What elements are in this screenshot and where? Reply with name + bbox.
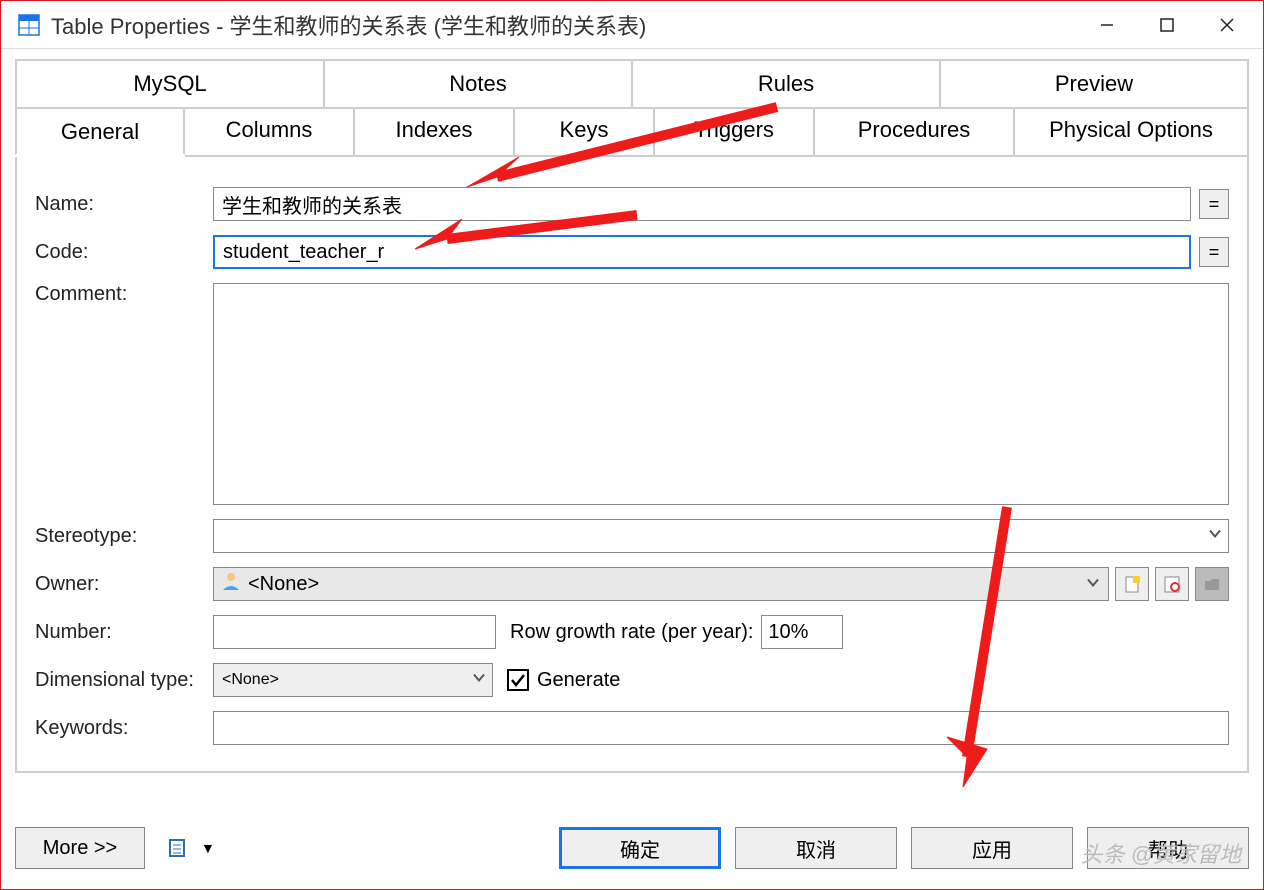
- ok-button[interactable]: 确定: [559, 827, 721, 869]
- maximize-button[interactable]: [1137, 1, 1197, 49]
- code-input[interactable]: [213, 235, 1191, 269]
- dimensional-type-combo[interactable]: <None>: [213, 663, 493, 697]
- help-button[interactable]: 帮助: [1087, 827, 1249, 869]
- owner-new-button[interactable]: [1115, 567, 1149, 601]
- tab-general[interactable]: General: [15, 107, 185, 155]
- tab-physical-options[interactable]: Physical Options: [1015, 109, 1249, 157]
- general-panel: Name: = Code: = Comment: Stereotype: Own…: [15, 157, 1249, 773]
- keywords-label: Keywords:: [35, 717, 213, 740]
- stereotype-label: Stereotype:: [35, 525, 213, 548]
- code-label: Code:: [35, 241, 213, 264]
- tab-indexes[interactable]: Indexes: [355, 109, 515, 157]
- title-bar: Table Properties - 学生和教师的关系表 (学生和教师的关系表): [1, 1, 1263, 49]
- owner-folder-button: [1195, 567, 1229, 601]
- tab-triggers[interactable]: Triggers: [655, 109, 815, 157]
- generate-checkbox[interactable]: [507, 669, 529, 691]
- row-growth-label: Row growth rate (per year):: [510, 621, 753, 644]
- name-sync-button[interactable]: =: [1199, 189, 1229, 219]
- chevron-down-icon: [1208, 527, 1222, 546]
- tab-mysql[interactable]: MySQL: [15, 59, 325, 109]
- owner-value: <None>: [248, 573, 319, 596]
- minimize-button[interactable]: [1077, 1, 1137, 49]
- keywords-input[interactable]: [213, 711, 1229, 745]
- owner-browse-button[interactable]: [1155, 567, 1189, 601]
- tab-notes[interactable]: Notes: [325, 59, 633, 109]
- chevron-down-icon: [1086, 573, 1100, 596]
- tab-columns[interactable]: Columns: [185, 109, 355, 157]
- tabs-lower: General Columns Indexes Keys Triggers Pr…: [15, 109, 1249, 157]
- app-icon: [17, 13, 41, 37]
- dimensional-type-label: Dimensional type:: [35, 669, 213, 692]
- tabs-upper: MySQL Notes Rules Preview: [15, 59, 1249, 109]
- chevron-down-icon: [472, 671, 486, 690]
- apply-button[interactable]: 应用: [911, 827, 1073, 869]
- number-label: Number:: [35, 621, 213, 644]
- stereotype-combo[interactable]: [213, 519, 1229, 553]
- number-input[interactable]: [213, 615, 496, 649]
- owner-combo[interactable]: <None>: [213, 567, 1109, 601]
- close-button[interactable]: [1197, 1, 1257, 49]
- toolbar-menu-button[interactable]: [161, 831, 195, 865]
- code-sync-button[interactable]: =: [1199, 237, 1229, 267]
- cancel-button[interactable]: 取消: [735, 827, 897, 869]
- comment-label: Comment:: [35, 283, 213, 306]
- caret-down-icon[interactable]: ▼: [201, 840, 215, 856]
- owner-label: Owner:: [35, 573, 213, 596]
- name-label: Name:: [35, 193, 213, 216]
- tab-keys[interactable]: Keys: [515, 109, 655, 157]
- name-input[interactable]: [213, 187, 1191, 221]
- user-icon: [220, 570, 242, 598]
- comment-textarea[interactable]: [213, 283, 1229, 505]
- tab-rules[interactable]: Rules: [633, 59, 941, 109]
- tab-procedures[interactable]: Procedures: [815, 109, 1015, 157]
- row-growth-input[interactable]: [761, 615, 843, 649]
- more-button[interactable]: More >>: [15, 827, 145, 869]
- generate-label: Generate: [537, 669, 620, 692]
- window-title: Table Properties - 学生和教师的关系表 (学生和教师的关系表): [51, 9, 1077, 41]
- tab-preview[interactable]: Preview: [941, 59, 1249, 109]
- dialog-footer: More >> ▼ 确定 取消 应用 帮助: [1, 807, 1263, 889]
